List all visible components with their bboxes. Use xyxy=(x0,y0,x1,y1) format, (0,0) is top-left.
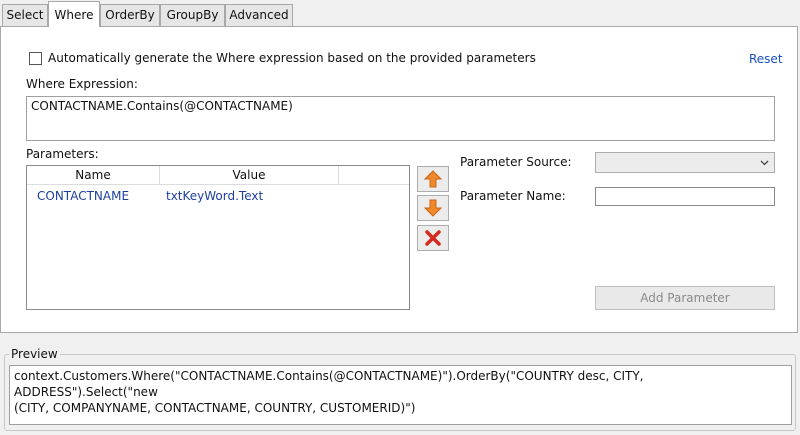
move-down-arrow-icon xyxy=(424,199,442,217)
parameter-name-cell: CONTACTNAME xyxy=(37,189,130,203)
column-header-blank xyxy=(339,166,409,185)
reset-link[interactable]: Reset xyxy=(749,52,783,66)
delete-x-icon xyxy=(425,230,441,246)
chevron-down-icon xyxy=(760,160,769,166)
delete-parameter-button[interactable] xyxy=(417,225,449,251)
column-header-name[interactable]: Name xyxy=(27,166,160,185)
tab-select[interactable]: Select xyxy=(2,4,48,26)
move-up-arrow-icon xyxy=(424,170,442,188)
auto-generate-label: Automatically generate the Where express… xyxy=(48,51,536,65)
where-expression-text: CONTACTNAME.Contains(@CONTACTNAME) xyxy=(31,99,293,113)
where-expression-label: Where Expression: xyxy=(26,77,138,91)
add-parameter-button[interactable]: Add Parameter xyxy=(595,286,775,310)
preview-textarea[interactable]: context.Customers.Where("CONTACTNAME.Con… xyxy=(9,365,792,425)
tab-groupby[interactable]: GroupBy xyxy=(160,4,225,26)
parameter-name-input[interactable] xyxy=(595,187,775,206)
preview-label: Preview xyxy=(9,347,60,361)
column-header-value[interactable]: Value xyxy=(160,166,339,185)
preview-text: context.Customers.Where("CONTACTNAME.Con… xyxy=(14,369,644,415)
move-down-button[interactable] xyxy=(417,195,449,221)
tab-orderby[interactable]: OrderBy xyxy=(100,4,160,26)
tab-strip: Select Where OrderBy GroupBy Advanced xyxy=(0,0,800,27)
parameter-source-label: Parameter Source: xyxy=(460,155,572,169)
parameter-value-cell: txtKeyWord.Text xyxy=(166,189,264,203)
tab-where[interactable]: Where xyxy=(48,1,100,27)
parameters-list[interactable]: Name Value CONTACTNAME txtKeyWord.Text xyxy=(26,165,410,310)
parameter-source-select[interactable] xyxy=(595,152,775,173)
where-tab-panel: Automatically generate the Where express… xyxy=(0,26,798,333)
table-row[interactable]: CONTACTNAME txtKeyWord.Text xyxy=(27,186,409,206)
tab-advanced[interactable]: Advanced xyxy=(225,4,293,26)
parameter-name-label: Parameter Name: xyxy=(460,189,566,203)
auto-generate-checkbox[interactable] xyxy=(29,52,42,65)
move-up-button[interactable] xyxy=(417,166,449,192)
where-expression-input[interactable]: CONTACTNAME.Contains(@CONTACTNAME) xyxy=(26,96,775,141)
parameters-label: Parameters: xyxy=(26,147,99,161)
